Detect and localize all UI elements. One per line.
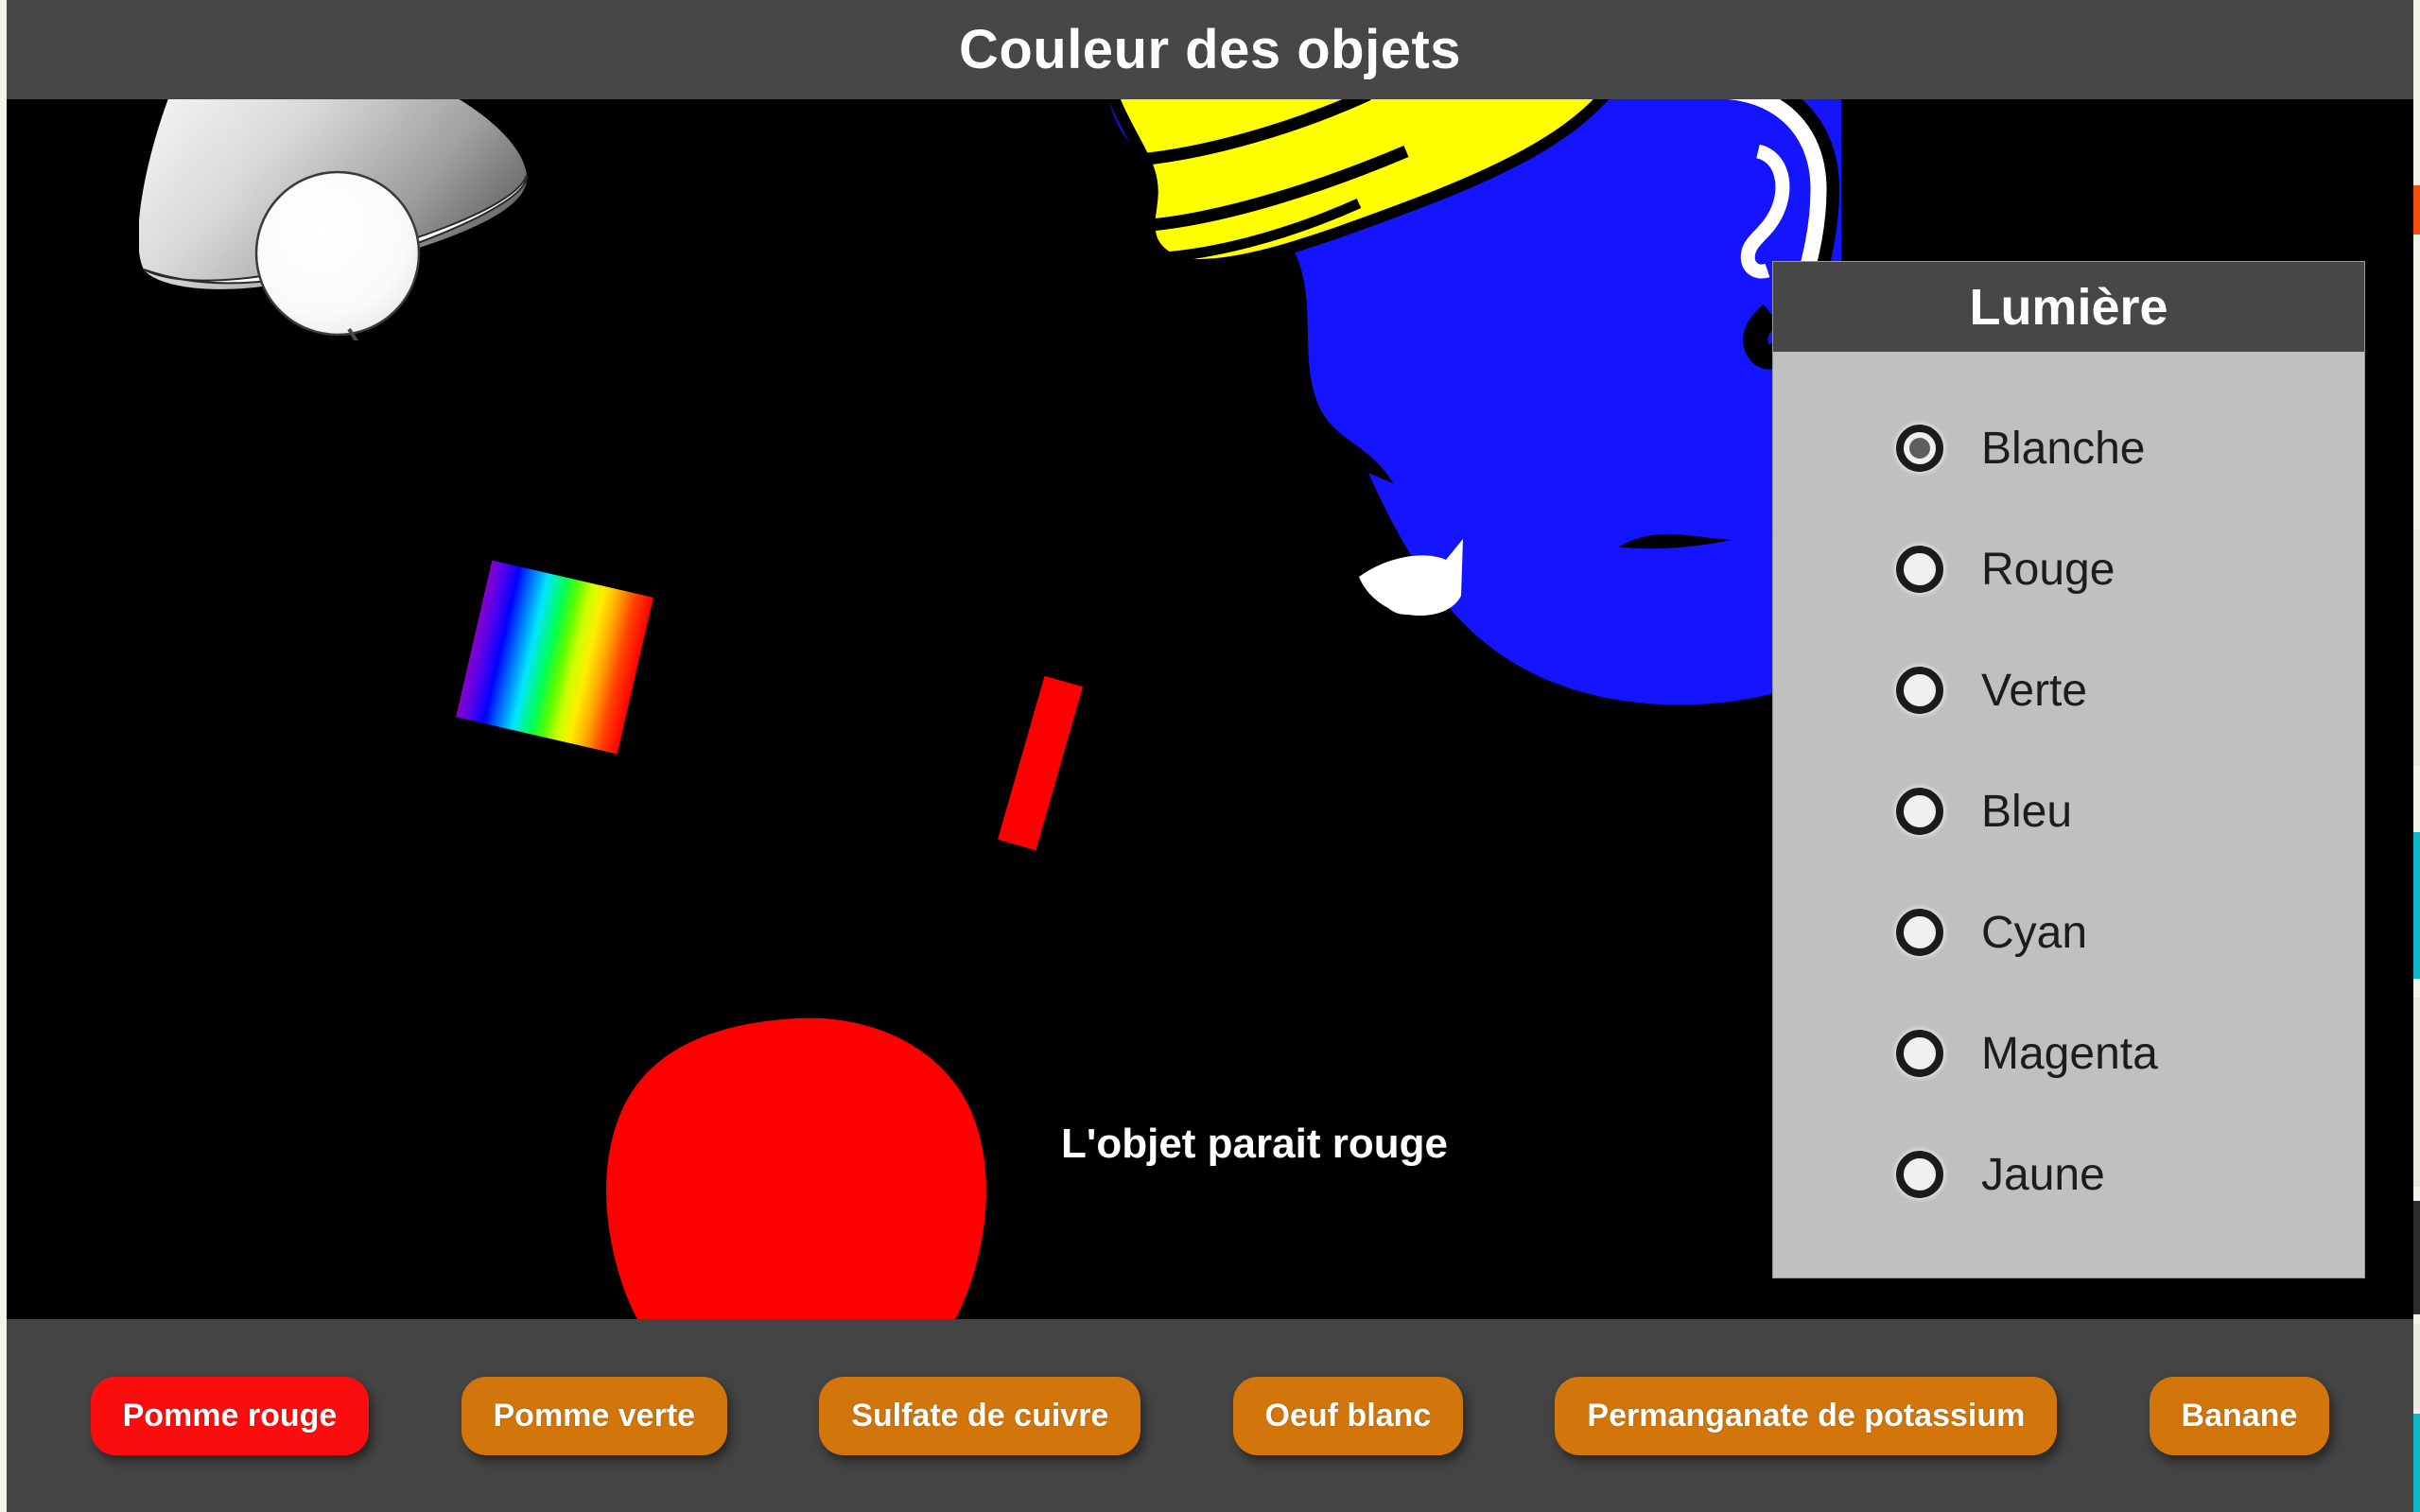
light-option-label-blanche: Blanche <box>1981 423 2146 474</box>
radio-icon-jaune[interactable] <box>1896 1151 1943 1198</box>
light-option-jaune[interactable]: Jaune <box>1896 1114 2364 1235</box>
light-option-bleu[interactable]: Bleu <box>1896 751 2364 872</box>
light-panel-title: Lumière <box>1969 278 2168 336</box>
red-apple-icon <box>606 1017 986 1319</box>
lamp-icon <box>139 99 529 340</box>
object-button-banane[interactable]: Banane <box>2149 1376 2330 1455</box>
edge-fragment-white-3 <box>2413 1324 2420 1409</box>
object-button-oeuf-blanc[interactable]: Oeuf blanc <box>1232 1376 1464 1455</box>
radio-icon-bleu[interactable] <box>1896 788 1943 835</box>
radio-icon-cyan[interactable] <box>1896 909 1943 956</box>
spectrum-beam <box>456 560 653 755</box>
light-option-label-verte: Verte <box>1981 665 2088 716</box>
light-option-label-cyan: Cyan <box>1981 907 2088 958</box>
light-options-list: Blanche Rouge Verte Bleu Cyan Magenta Ja… <box>1773 352 2364 1235</box>
radio-icon-magenta[interactable] <box>1896 1030 1943 1077</box>
edge-fragment-cyan <box>2413 832 2420 979</box>
light-panel-header: Lumière <box>1773 262 2364 352</box>
simulation-app: Couleur des objets L'objet parait rouge … <box>7 0 2413 1512</box>
edge-fragment-dark <box>2413 1201 2420 1314</box>
app-header: Couleur des objets <box>7 0 2413 99</box>
light-option-verte[interactable]: Verte <box>1896 630 2364 751</box>
light-option-label-bleu: Bleu <box>1981 786 2073 837</box>
radio-icon-verte[interactable] <box>1896 667 1943 714</box>
edge-fragment-cyan-2 <box>2413 1414 2420 1512</box>
simulation-stage: L'objet parait rouge Lumière Blanche Rou… <box>7 99 2413 1319</box>
light-option-label-jaune: Jaune <box>1981 1149 2105 1200</box>
observer-head-icon <box>1107 99 1841 705</box>
result-caption: L'objet parait rouge <box>1061 1121 1448 1167</box>
page-left-edge <box>0 0 7 1512</box>
object-button-pomme-rouge[interactable]: Pomme rouge <box>90 1376 370 1455</box>
object-button-permanganate-de-potassium[interactable]: Permanganate de potassium <box>1555 1376 2058 1455</box>
page-right-edge <box>2413 0 2420 1512</box>
light-panel: Lumière Blanche Rouge Verte Bleu Cyan Ma… <box>1773 262 2364 1277</box>
object-button-pomme-verte[interactable]: Pomme verte <box>461 1376 728 1455</box>
light-option-rouge[interactable]: Rouge <box>1896 509 2364 630</box>
light-option-label-rouge: Rouge <box>1981 544 2115 595</box>
light-option-blanche[interactable]: Blanche <box>1896 388 2364 509</box>
object-button-sulfate-de-cuivre[interactable]: Sulfate de cuivre <box>819 1376 1141 1455</box>
radio-icon-rouge[interactable] <box>1896 546 1943 593</box>
edge-fragment-orange <box>2413 185 2420 235</box>
edge-fragment-white-1 <box>2413 530 2420 766</box>
page-title: Couleur des objets <box>958 19 1462 80</box>
light-option-magenta[interactable]: Magenta <box>1896 993 2364 1114</box>
radio-icon-blanche[interactable] <box>1896 425 1943 472</box>
light-option-label-magenta: Magenta <box>1981 1028 2158 1079</box>
light-option-cyan[interactable]: Cyan <box>1896 872 2364 993</box>
edge-fragment-white-2 <box>2413 998 2420 1187</box>
object-toolbar: Pomme rouge Pomme verte Sulfate de cuivr… <box>7 1319 2413 1512</box>
